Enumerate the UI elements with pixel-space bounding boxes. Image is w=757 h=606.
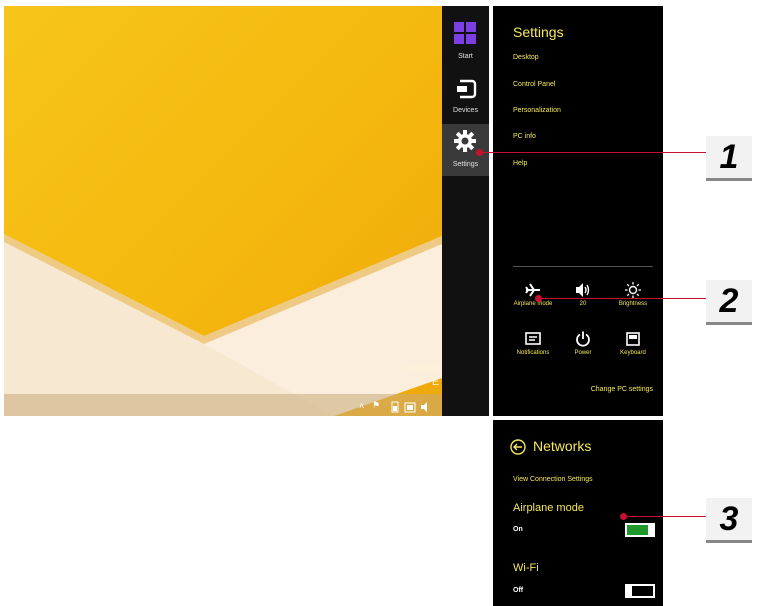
- network-icon[interactable]: [404, 401, 416, 413]
- charm-settings-label: Settings: [452, 161, 479, 168]
- desktop-wallpaper: [4, 234, 442, 416]
- battery-icon[interactable]: [390, 401, 400, 413]
- callout-2-dot: [535, 295, 542, 302]
- charm-devices[interactable]: Devices: [442, 70, 489, 122]
- notifications-icon: [525, 332, 541, 345]
- wifi-toggle[interactable]: [625, 584, 655, 598]
- settings-pane: Settings Desktop Control Panel Personali…: [493, 6, 663, 416]
- airplane-mode-heading: Airplane mode: [513, 502, 584, 514]
- settings-divider: [513, 266, 653, 267]
- airplane-mode-state: On: [513, 526, 523, 533]
- toggle-fill: [627, 525, 648, 535]
- callout-1-line: [480, 152, 706, 153]
- quick-brightness-label: Brightness: [618, 301, 648, 307]
- back-arrow-icon[interactable]: [510, 439, 526, 455]
- charm-start-label: Start: [458, 53, 473, 60]
- quick-power-label: Power: [574, 350, 592, 356]
- networks-title: Networks: [533, 438, 592, 454]
- charm-start[interactable]: Start: [442, 16, 489, 68]
- windows-watermark: Windo E: [408, 362, 440, 388]
- taskbar: ˄ ⚑: [4, 394, 442, 416]
- settings-title: Settings: [513, 24, 564, 40]
- wifi-state: Off: [513, 587, 524, 594]
- view-connection-settings-link[interactable]: View Connection Settings: [513, 476, 593, 483]
- callout-2-badge: 2: [706, 280, 752, 325]
- chevron-up-icon[interactable]: ˄: [359, 401, 364, 411]
- settings-link-personalization[interactable]: Personalization: [513, 107, 561, 114]
- desktop-screenshot: Windo E ˄ ⚑: [4, 6, 442, 416]
- toggle-knob: [648, 525, 653, 535]
- callout-2-line: [539, 298, 706, 299]
- change-pc-settings-link[interactable]: Change PC settings: [591, 386, 653, 393]
- callout-3-dot: [620, 513, 627, 520]
- callout-1-badge: 1: [706, 136, 752, 181]
- settings-link-desktop[interactable]: Desktop: [513, 54, 539, 61]
- gear-icon: [454, 130, 476, 152]
- brightness-icon: [625, 282, 641, 298]
- quick-volume-label: 20: [579, 301, 587, 307]
- keyboard-icon: [626, 332, 640, 346]
- quick-keyboard-label: Keyboard: [620, 350, 646, 356]
- charm-devices-label: Devices: [453, 107, 478, 114]
- volume-icon: [576, 283, 590, 297]
- quick-airplane-label: Airplane mode: [513, 301, 553, 307]
- callout-1-dot: [476, 149, 483, 156]
- callout-3-badge: 3: [706, 498, 752, 543]
- toggle-knob: [627, 586, 632, 596]
- devices-icon: [457, 79, 477, 99]
- charms-bar: Start Devices Settings: [442, 6, 489, 416]
- settings-link-help[interactable]: Help: [513, 160, 527, 167]
- settings-link-pc-info[interactable]: PC info: [513, 133, 536, 140]
- volume-icon[interactable]: [420, 401, 430, 413]
- windows-logo-icon: [454, 22, 476, 44]
- settings-link-control-panel[interactable]: Control Panel: [513, 81, 555, 88]
- wifi-heading: Wi-Fi: [513, 562, 539, 574]
- flag-icon[interactable]: ⚑: [372, 400, 380, 411]
- power-icon: [576, 331, 590, 347]
- networks-pane: Networks View Connection Settings Airpla…: [493, 420, 663, 606]
- airplane-mode-toggle[interactable]: [625, 523, 655, 537]
- callout-3-line: [624, 516, 706, 517]
- quick-notifications-label: Notifications: [516, 350, 550, 356]
